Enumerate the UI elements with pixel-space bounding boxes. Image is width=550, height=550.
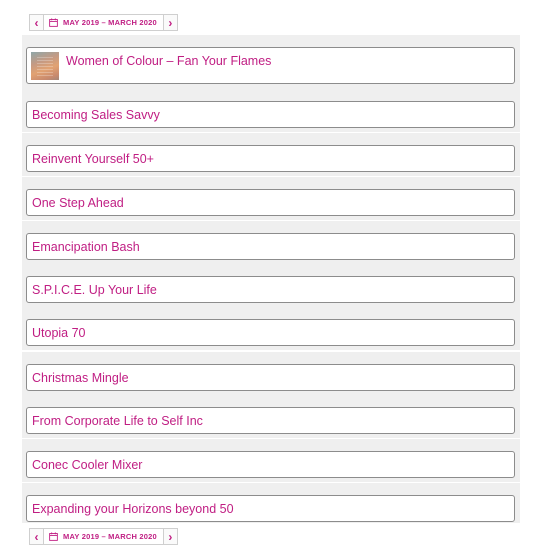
event-item[interactable]: Emancipation Bash: [26, 233, 515, 260]
chevron-right-icon: ›: [168, 529, 173, 544]
event-item[interactable]: Christmas Mingle: [26, 364, 515, 391]
date-range-navigator-bottom: ‹ MAY 2019 – MARCH 2020 ›: [29, 528, 178, 545]
event-title: S.P.I.C.E. Up Your Life: [32, 282, 157, 297]
event-title: Christmas Mingle: [32, 370, 129, 385]
event-title: From Corporate Life to Self Inc: [32, 413, 203, 428]
date-range-label: MAY 2019 – MARCH 2020: [63, 18, 157, 27]
event-title: Emancipation Bash: [32, 239, 140, 254]
event-item[interactable]: Utopia 70: [26, 319, 515, 346]
event-title: Conec Cooler Mixer: [32, 457, 143, 472]
event-title: Reinvent Yourself 50+: [32, 151, 154, 166]
event-item[interactable]: Reinvent Yourself 50+: [26, 145, 515, 172]
event-thumbnail-image: [31, 51, 59, 80]
event-item[interactable]: From Corporate Life to Self Inc: [26, 407, 515, 434]
date-range-picker[interactable]: MAY 2019 – MARCH 2020: [44, 528, 163, 545]
previous-period-button[interactable]: ‹: [29, 528, 44, 545]
event-item[interactable]: S.P.I.C.E. Up Your Life: [26, 276, 515, 303]
event-title: Women of Colour – Fan Your Flames: [66, 54, 272, 68]
chevron-left-icon: ‹: [34, 15, 39, 30]
event-item[interactable]: Becoming Sales Savvy: [26, 101, 515, 128]
event-title: Becoming Sales Savvy: [32, 107, 160, 122]
event-item[interactable]: Conec Cooler Mixer: [26, 451, 515, 478]
date-range-navigator-top: ‹ MAY 2019 – MARCH 2020 ›: [29, 14, 178, 31]
next-period-button[interactable]: ›: [162, 528, 178, 545]
event-title: Utopia 70: [32, 325, 86, 340]
chevron-left-icon: ‹: [34, 529, 39, 544]
chevron-right-icon: ›: [168, 15, 173, 30]
date-range-label: MAY 2019 – MARCH 2020: [63, 532, 157, 541]
event-item[interactable]: Women of Colour – Fan Your Flames: [26, 47, 515, 84]
event-item[interactable]: One Step Ahead: [26, 189, 515, 216]
previous-period-button[interactable]: ‹: [29, 14, 44, 31]
event-item[interactable]: Expanding your Horizons beyond 50: [26, 495, 515, 522]
calendar-icon: [49, 18, 58, 27]
date-range-picker[interactable]: MAY 2019 – MARCH 2020: [44, 14, 163, 31]
next-period-button[interactable]: ›: [162, 14, 178, 31]
event-title: Expanding your Horizons beyond 50: [32, 501, 234, 516]
calendar-icon: [49, 532, 58, 541]
event-title: One Step Ahead: [32, 195, 124, 210]
